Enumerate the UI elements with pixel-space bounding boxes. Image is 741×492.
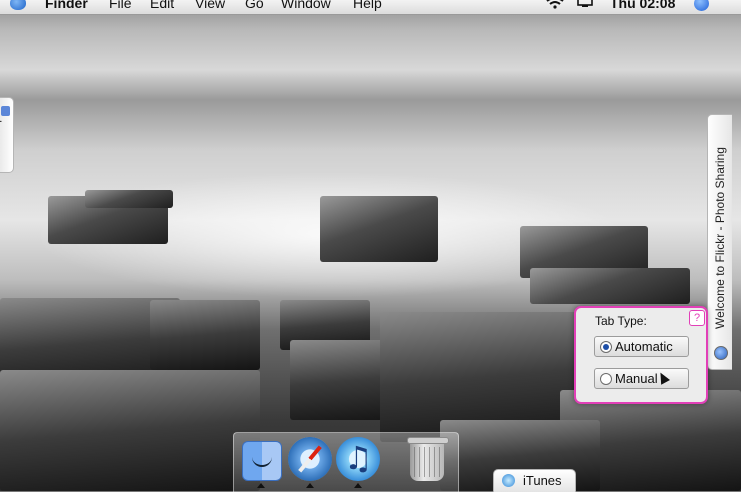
tab-type-automatic-option[interactable]: Automatic — [594, 336, 689, 357]
radio-selected-icon — [600, 341, 612, 353]
menu-app-finder[interactable]: Finder — [45, 0, 88, 11]
help-button[interactable]: ? — [689, 310, 705, 326]
tab-type-manual-option[interactable]: Manual — [594, 368, 689, 389]
tab-type-popup: Tab Type: ? Automatic Manual — [574, 306, 708, 404]
menu-edit[interactable]: Edit — [150, 0, 174, 11]
menu-window[interactable]: Window — [281, 0, 331, 11]
running-indicator — [306, 483, 314, 488]
running-indicator — [354, 483, 362, 488]
menu-view[interactable]: View — [195, 0, 225, 11]
trash-icon[interactable] — [407, 437, 449, 481]
menu-help[interactable]: Help — [353, 0, 382, 11]
spotlight-icon[interactable] — [694, 0, 709, 11]
tab-type-title: Tab Type: — [595, 314, 647, 328]
automatic-label: Automatic — [615, 339, 673, 354]
itunes-tab-label: iTunes — [523, 473, 562, 488]
safari-icon[interactable] — [288, 437, 332, 481]
document-icon — [1, 106, 10, 116]
left-drawer-label: demo — [0, 115, 5, 147]
menu-bar: Finder File Edit View Go Window Help Thu… — [0, 0, 741, 15]
itunes-minimized-tab[interactable]: iTunes — [493, 469, 576, 492]
itunes-icon[interactable] — [336, 437, 380, 481]
right-drawer-label: Welcome to Flickr - Photo Sharing — [713, 147, 727, 329]
wifi-icon[interactable] — [546, 0, 564, 9]
apple-menu-icon[interactable] — [10, 0, 26, 10]
running-indicator — [257, 483, 265, 488]
menu-go[interactable]: Go — [245, 0, 264, 11]
menu-file[interactable]: File — [109, 0, 132, 11]
right-drawer-tab[interactable]: Welcome to Flickr - Photo Sharing — [707, 114, 732, 370]
itunes-small-icon — [502, 474, 515, 487]
finder-icon[interactable] — [242, 441, 282, 481]
manual-label: Manual — [615, 371, 658, 386]
desktop-wallpaper — [0, 0, 741, 491]
flickr-globe-icon — [714, 346, 728, 360]
left-drawer-tab[interactable]: demo — [0, 97, 14, 173]
display-icon[interactable] — [577, 0, 593, 8]
dock — [233, 432, 459, 492]
radio-unselected-icon — [600, 373, 612, 385]
menu-clock[interactable]: Thu 02:08 — [610, 0, 675, 11]
